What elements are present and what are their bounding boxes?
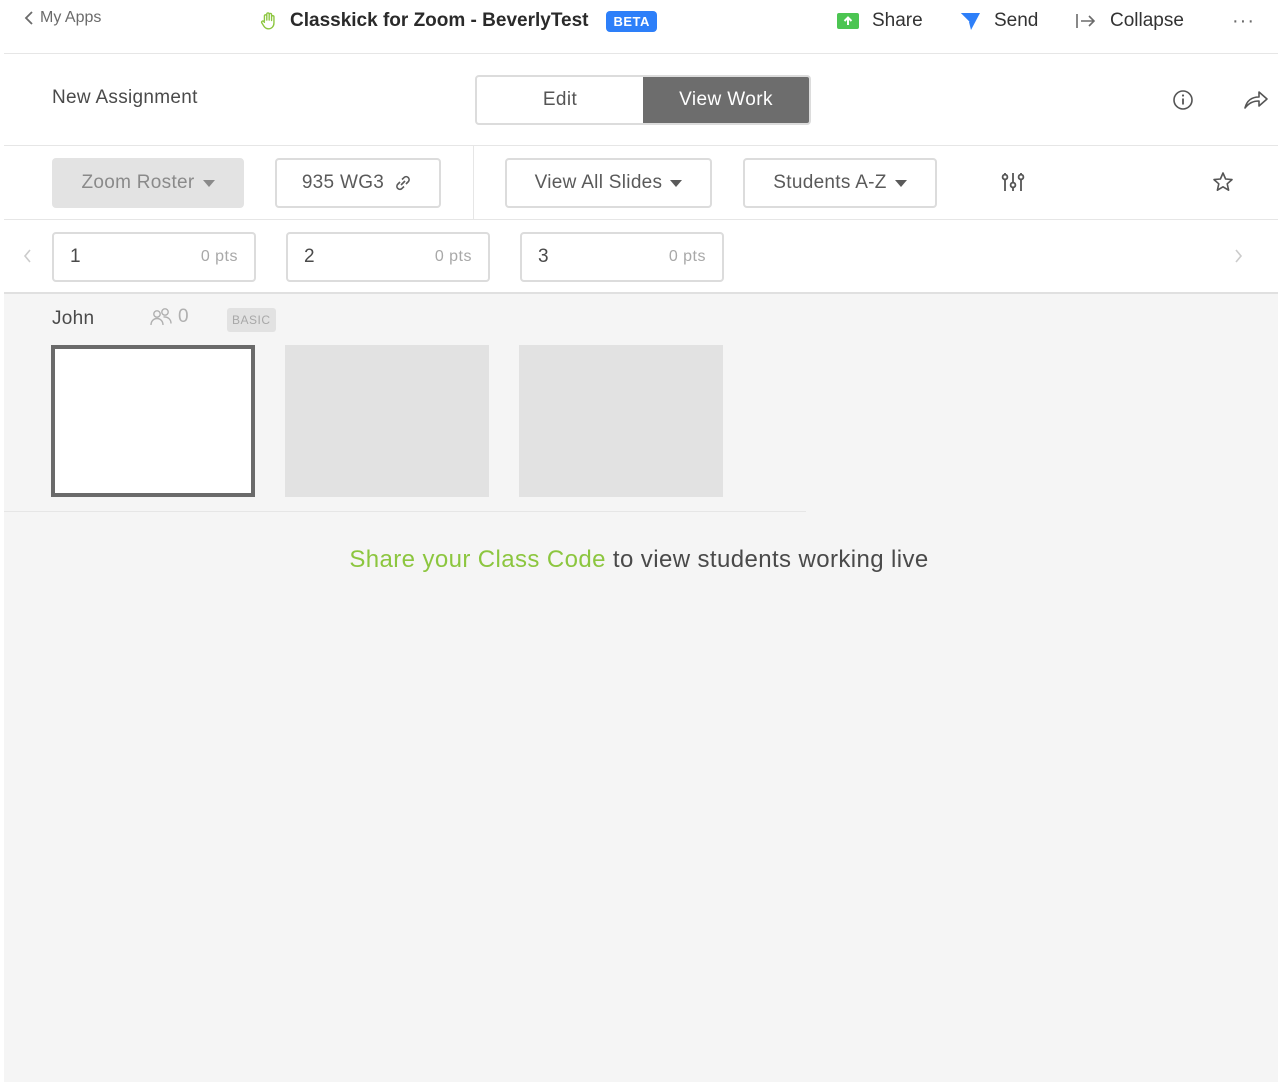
chevron-left-icon <box>24 11 33 25</box>
collapse-arrow-icon <box>1076 14 1096 28</box>
helpers-number: 0 <box>178 306 189 327</box>
share-class-code-link[interactable]: Share your Class Code <box>349 546 606 573</box>
class-code-button[interactable]: 935 WG3 <box>275 158 441 208</box>
back-label: My Apps <box>40 9 102 26</box>
send-button[interactable]: Send <box>958 10 1038 32</box>
caret-down-icon <box>894 179 907 187</box>
tab-view-work[interactable]: View Work <box>643 77 809 123</box>
student-slide-thumbnail[interactable] <box>519 345 723 497</box>
share-upload-icon <box>837 13 859 29</box>
more-options-button[interactable]: ··· <box>1232 10 1255 33</box>
raised-hand-icon <box>260 12 275 30</box>
roster-dropdown[interactable]: Zoom Roster <box>52 158 244 208</box>
caret-down-icon <box>202 179 215 187</box>
chevron-right-icon[interactable] <box>1234 247 1244 265</box>
slide-number: 2 <box>304 246 315 267</box>
slide-tabs-bar: 1 0 pts 2 0 pts 3 0 pts <box>4 220 1278 294</box>
filter-bar: Zoom Roster 935 WG3 View All Slides Stud… <box>4 146 1278 220</box>
sort-dropdown[interactable]: Students A-Z <box>743 158 937 208</box>
student-badge: BASIC <box>227 308 276 332</box>
slide-tab[interactable]: 3 0 pts <box>520 232 724 282</box>
star-icon[interactable] <box>1212 171 1234 193</box>
roster-label: Zoom Roster <box>81 172 195 193</box>
student-slide-thumbnail[interactable] <box>51 345 255 497</box>
message-text: to view students working live <box>605 546 929 573</box>
slides-filter-label: View All Slides <box>534 172 663 193</box>
send-label: Send <box>994 10 1039 31</box>
slide-points: 0 pts <box>668 248 706 265</box>
share-label: Share <box>872 10 923 31</box>
class-code: 935 WG3 <box>301 172 385 193</box>
app-title: Classkick for Zoom - BeverlyTest <box>290 10 589 31</box>
helpers-count: 0 <box>148 306 189 328</box>
student-name[interactable]: John <box>52 308 94 330</box>
link-icon <box>396 175 411 191</box>
slide-tab[interactable]: 1 0 pts <box>52 232 256 282</box>
top-bar: My Apps Classkick for Zoom - BeverlyTest… <box>4 0 1278 54</box>
collapse-button[interactable]: Collapse <box>1074 10 1184 32</box>
share-arrow-icon[interactable] <box>1242 88 1270 112</box>
assignment-bar: New Assignment Edit View Work <box>4 54 1278 146</box>
caret-down-icon <box>670 179 683 187</box>
slide-points: 0 pts <box>200 248 238 265</box>
beta-badge: BETA <box>606 10 657 32</box>
share-button[interactable]: Share <box>836 10 923 32</box>
divider <box>473 146 474 220</box>
assignment-title: New Assignment <box>52 87 198 108</box>
back-to-my-apps[interactable]: My Apps <box>24 9 101 27</box>
helpers-icon <box>150 308 172 326</box>
slide-tab[interactable]: 2 0 pts <box>286 232 490 282</box>
info-icon[interactable] <box>1172 89 1194 111</box>
sliders-icon[interactable] <box>1000 170 1026 194</box>
slide-number: 1 <box>70 246 81 267</box>
send-plane-icon <box>959 12 980 30</box>
slide-number: 3 <box>538 246 549 267</box>
slide-points: 0 pts <box>434 248 472 265</box>
sort-label: Students A-Z <box>773 172 887 193</box>
student-work-area: John 0 BASIC Share your Class Code to vi… <box>4 294 1278 1082</box>
student-slide-thumbnail[interactable] <box>285 345 489 497</box>
app-window: My Apps Classkick for Zoom - BeverlyTest… <box>4 0 1278 1082</box>
mode-toggle: Edit View Work <box>475 75 811 125</box>
empty-state-message: Share your Class Code to view students w… <box>0 546 1278 574</box>
tab-edit[interactable]: Edit <box>477 77 643 123</box>
collapse-label: Collapse <box>1110 10 1184 31</box>
chevron-left-icon[interactable] <box>22 247 32 265</box>
student-row: John 0 BASIC <box>4 294 806 512</box>
slides-filter-dropdown[interactable]: View All Slides <box>505 158 712 208</box>
app-title-group: Classkick for Zoom - BeverlyTest BETA <box>258 10 657 32</box>
